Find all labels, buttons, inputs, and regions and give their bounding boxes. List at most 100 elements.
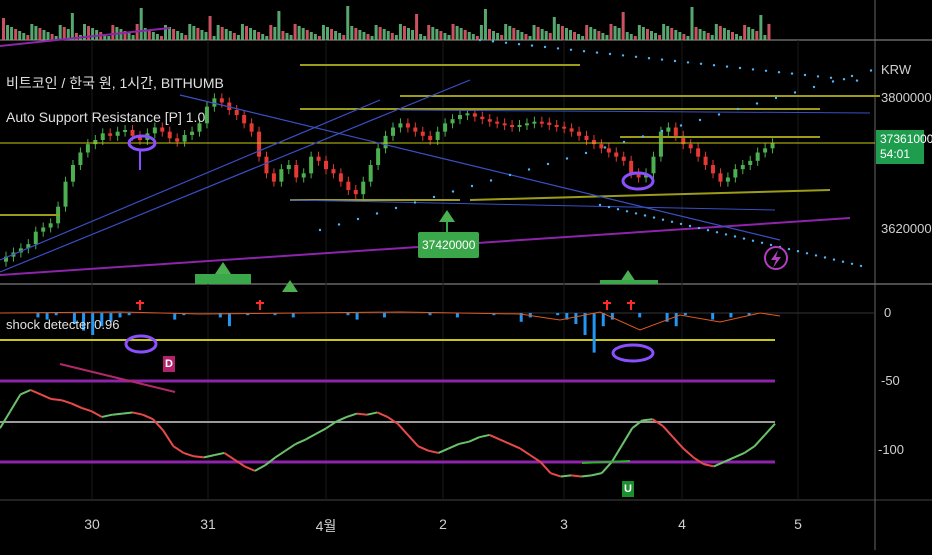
- candle: [264, 156, 269, 174]
- candle: [718, 173, 723, 182]
- volume-bar: [496, 33, 500, 40]
- volume-bar: [516, 30, 520, 40]
- oscillator-line: [591, 472, 602, 477]
- highlight-ellipse: [611, 343, 655, 363]
- projection-dot: [608, 52, 612, 56]
- oscillator-line: [172, 445, 185, 454]
- volume-bar: [552, 17, 556, 40]
- oscillator-line: [600, 461, 613, 474]
- oscillator-line: [764, 423, 776, 436]
- volume-bar: [731, 32, 734, 40]
- volume-bar: [208, 16, 212, 40]
- volume-bar: [718, 26, 722, 40]
- volume-bar: [127, 33, 131, 40]
- oscillator-line: [519, 447, 531, 456]
- candle: [584, 135, 589, 140]
- u-marker: U: [622, 481, 634, 497]
- volume-bar: [633, 36, 637, 40]
- projection-dot: [823, 256, 827, 259]
- volume-bar: [155, 34, 159, 40]
- d-marker: D: [163, 356, 175, 372]
- volume-bar: [382, 29, 386, 40]
- projection-dot: [688, 224, 692, 228]
- volume-bar: [330, 29, 334, 40]
- oscillator-line: [223, 452, 236, 461]
- volume-bar: [346, 6, 350, 40]
- oscillator-line: [499, 438, 511, 445]
- volume-bar: [475, 36, 479, 40]
- volume-bar: [200, 30, 204, 40]
- candle: [763, 148, 768, 153]
- volume-bar: [710, 35, 714, 40]
- volume-bar: [763, 35, 767, 40]
- volume-bar: [269, 25, 273, 40]
- volume-bar: [443, 33, 447, 40]
- projection-dot: [652, 216, 656, 219]
- projection-dot: [641, 135, 645, 138]
- shock-bar: [54, 313, 58, 316]
- volume-bar: [435, 29, 439, 40]
- candle: [41, 227, 46, 232]
- candle: [420, 131, 425, 136]
- candle: [569, 128, 574, 132]
- projection-dot: [755, 102, 759, 105]
- volume-bar: [257, 32, 261, 40]
- projection-dot: [625, 210, 629, 213]
- volume-bar: [423, 36, 427, 40]
- shock-bar: [583, 313, 587, 335]
- symbol-title[interactable]: 비트코인 / 한국 원, 1시간, BITHUMB: [6, 73, 224, 93]
- oscillator-line: [50, 397, 62, 402]
- candle: [562, 126, 567, 129]
- oscillator-line: [9, 393, 22, 412]
- volume-bar: [767, 24, 771, 40]
- chart-area[interactable]: 비트코인 / 한국 원, 1시간, BITHUMB Auto Support R…: [0, 0, 932, 550]
- oscillator-line: [91, 410, 103, 418]
- oscillator-line: [407, 434, 419, 447]
- candle: [524, 123, 529, 126]
- oscillator-line: [581, 474, 592, 478]
- volume-bar: [662, 24, 666, 40]
- volume-bar: [188, 24, 192, 40]
- volume-bar: [548, 33, 552, 40]
- volume-bar: [378, 27, 382, 40]
- volume-bar: [593, 29, 597, 40]
- projection-dot: [724, 233, 728, 236]
- oscillator-line: [396, 423, 409, 436]
- projection-dot: [751, 239, 755, 242]
- oscillator-line: [753, 434, 766, 447]
- volume-bar: [22, 33, 26, 40]
- volume-bar: [176, 31, 180, 40]
- volume-bar: [755, 31, 759, 40]
- volume-bar: [139, 8, 143, 40]
- volume-bar: [62, 27, 66, 40]
- indicator-auto-support-resistance[interactable]: Auto Support Resistance [P] 1.0: [6, 109, 205, 125]
- volume-bar: [14, 29, 18, 40]
- projection-dot: [774, 96, 778, 100]
- volume-bar: [415, 14, 419, 40]
- lightning-bolt-icon: [771, 250, 781, 268]
- candle: [465, 113, 470, 116]
- projection-dot: [803, 73, 807, 77]
- shock-bar: [227, 313, 231, 327]
- candle: [85, 144, 90, 153]
- projection-dot: [491, 40, 495, 43]
- projection-dot: [432, 195, 436, 199]
- volume-bar: [317, 36, 321, 40]
- oscillator-line: [468, 436, 480, 443]
- candle: [182, 135, 187, 142]
- indicator-shock-detecter[interactable]: shock detecter 0.96: [6, 317, 119, 332]
- candle: [666, 127, 671, 132]
- oscillator-line: [112, 412, 123, 416]
- projection-dot: [337, 223, 341, 226]
- volume-bar: [411, 30, 415, 40]
- candle: [204, 106, 209, 124]
- volume-bar: [338, 33, 342, 40]
- oscillator-line: [356, 412, 368, 416]
- candle: [324, 160, 329, 170]
- oscillator-line: [142, 413, 154, 421]
- volume-bar: [301, 28, 305, 40]
- volume-bar: [50, 34, 54, 40]
- oscillator-line: [428, 449, 439, 454]
- projection-dot: [375, 212, 379, 215]
- candle: [361, 181, 366, 195]
